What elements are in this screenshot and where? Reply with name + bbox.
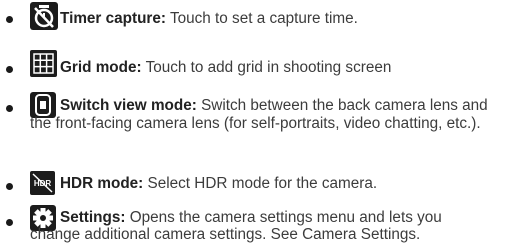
item-term: Switch view mode: xyxy=(60,97,197,114)
timer-icon xyxy=(30,2,58,30)
bullet xyxy=(6,219,13,226)
item-text: HDR mode: Select HDR mode for the camera… xyxy=(60,175,377,193)
item-term: HDR mode: xyxy=(60,175,144,192)
item-text-continuation: change additional camera settings. See C… xyxy=(30,226,421,243)
item-description: Switch between the back camera lens and xyxy=(201,97,488,114)
item-text: Timer capture: Touch to set a capture ti… xyxy=(60,10,358,28)
item-text-continuation: the front-facing camera lens (for self-p… xyxy=(30,115,481,132)
item-term: Settings: xyxy=(60,209,126,226)
item-description: Touch to set a capture time. xyxy=(169,10,358,27)
bullet xyxy=(6,183,13,190)
item-term: Grid mode: xyxy=(60,59,142,76)
bullet xyxy=(6,16,13,23)
bullet xyxy=(6,66,13,73)
item-description: Select HDR mode for the camera. xyxy=(147,175,378,192)
grid-icon xyxy=(30,50,57,77)
item-description: Touch to add grid in shooting screen xyxy=(145,59,392,76)
item-description: Opens the camera settings menu and lets … xyxy=(129,209,442,226)
hdr-icon: HDR xyxy=(30,171,55,195)
item-term: Timer capture: xyxy=(60,10,166,27)
bullet xyxy=(6,105,13,112)
item-text-line-1: Settings: Opens the camera settings menu… xyxy=(60,209,442,227)
item-text: Grid mode: Touch to add grid in shooting… xyxy=(60,59,391,77)
item-text-line-1: Switch view mode: Switch between the bac… xyxy=(60,97,488,115)
